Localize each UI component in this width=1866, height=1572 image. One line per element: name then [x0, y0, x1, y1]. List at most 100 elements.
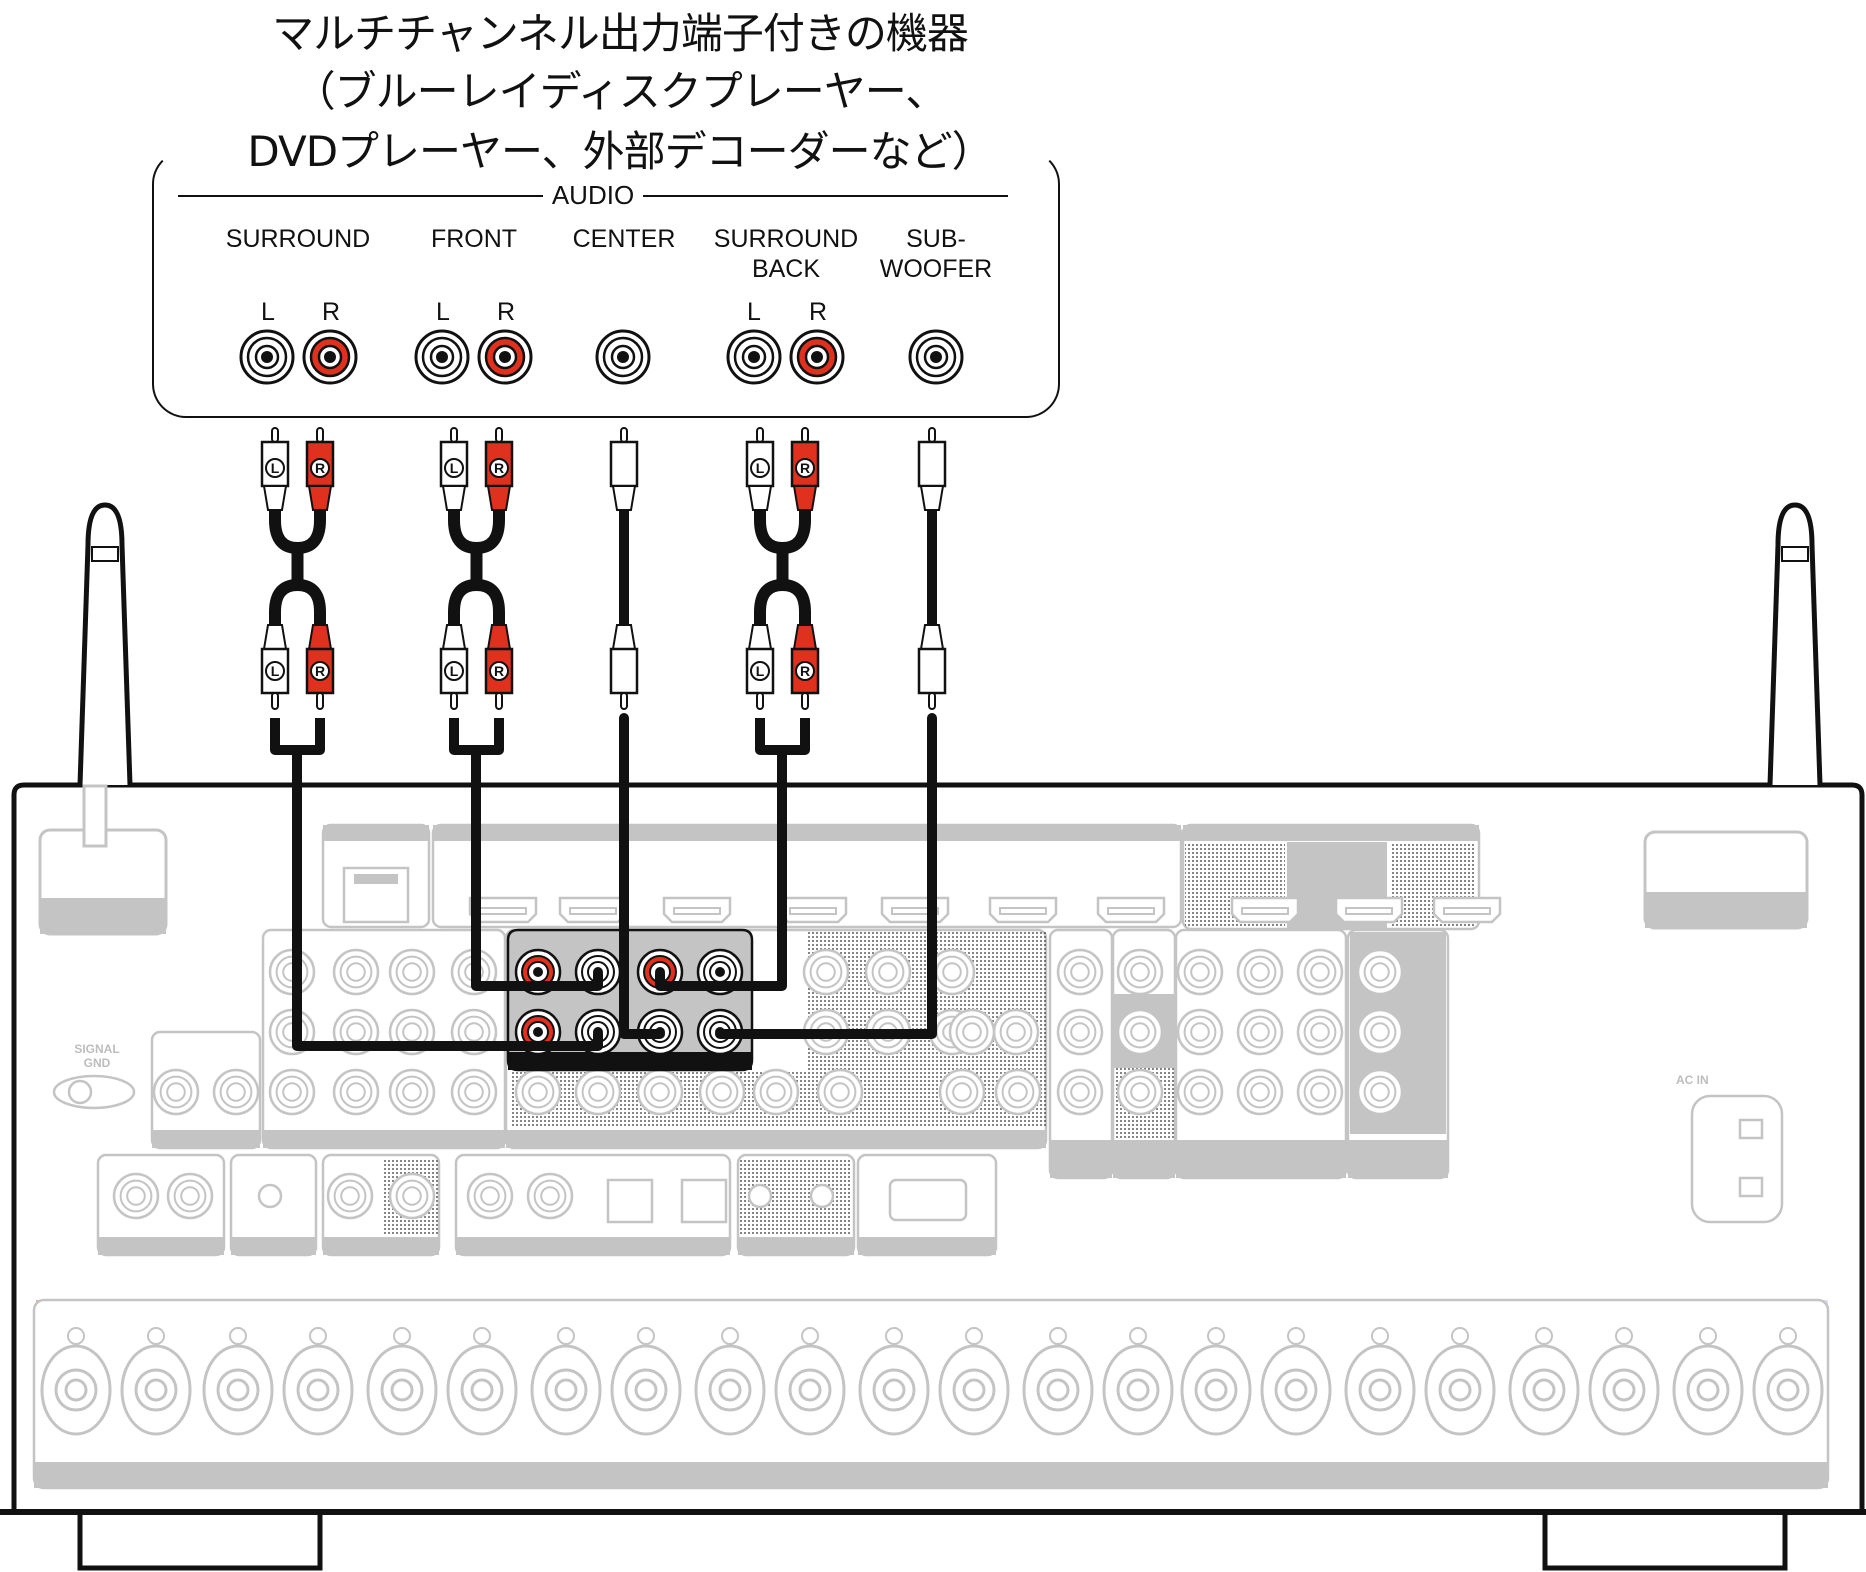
minus-icon: [1615, 1327, 1633, 1345]
plug-sleeve: [611, 624, 637, 650]
surround-back-cable-top-right-plug: R: [790, 427, 820, 511]
terminal-inner: [1532, 1378, 1556, 1402]
terminal-inner: [1612, 1378, 1636, 1402]
terminal-inner: [226, 1378, 250, 1402]
front-cable-bottom-right-plug: R: [484, 624, 514, 710]
rca-jack-icon: [212, 1068, 260, 1116]
rca-jack-icon: [1356, 1068, 1404, 1116]
plug-label-R: R: [800, 460, 810, 476]
plug-sleeve: [262, 624, 288, 650]
jack-pin: [930, 351, 942, 363]
terminal-inner: [1696, 1378, 1720, 1402]
rca-jack-icon: [1176, 1068, 1224, 1116]
rca-jack-icon: [152, 1068, 200, 1116]
terminal-inner: [554, 1378, 578, 1402]
jack-pin: [436, 351, 448, 363]
terminal-inner: [1368, 1378, 1392, 1402]
source-jack-icon: [477, 329, 533, 385]
plug-tip: [495, 692, 503, 710]
cable-split: [448, 510, 505, 555]
rca-jack-icon: [1296, 1068, 1344, 1116]
plug-sleeve: [262, 485, 288, 511]
plug-body: [609, 647, 639, 695]
plus-icon: [721, 1327, 739, 1345]
front-cable: [448, 510, 505, 625]
plus-icon: [1049, 1327, 1067, 1345]
surround-cable-bottom-left-plug: L: [260, 624, 290, 710]
jack-pin: [499, 351, 511, 363]
cable-split: [269, 510, 326, 555]
panel-footer-13: [456, 1237, 730, 1255]
plug-label-R: R: [494, 460, 504, 476]
rca-jack-icon: [388, 1068, 436, 1116]
subwoofer-cable-bottom-plug: [917, 624, 947, 710]
source-jack-icon: [595, 329, 651, 385]
minus-icon: [309, 1327, 327, 1345]
rca-jack-icon: [1116, 1008, 1164, 1056]
plug-label-R: R: [494, 663, 504, 679]
rca-jack-icon: [388, 1172, 436, 1220]
panel-footer-6: [1050, 1140, 1112, 1178]
minus-icon: [801, 1327, 819, 1345]
connection-diagram: L R L R L R L R L R L R: [0, 329, 1866, 1571]
cable-split: [269, 578, 326, 625]
rca-jack-icon: [332, 948, 380, 996]
rca-jack-icon: [698, 1068, 746, 1116]
rca-jack-icon: [332, 1068, 380, 1116]
terminal-inner: [962, 1378, 986, 1402]
jack-pin: [811, 351, 823, 363]
signal-gnd-screw: [67, 1079, 93, 1105]
surround-cable-top-right-plug: R: [305, 427, 335, 511]
panel-footer-14: [738, 1237, 854, 1255]
rca-jack-icon: [1296, 1008, 1344, 1056]
surround-back-cable-top-left-plug: L: [745, 427, 775, 511]
terminal-inner: [718, 1378, 742, 1402]
jack-pin: [533, 967, 543, 977]
rca-jack-icon: [574, 1068, 622, 1116]
panel-footer-4: [152, 1130, 260, 1148]
cable-split: [448, 578, 505, 625]
rca-jack-icon: [1176, 948, 1224, 996]
terminal-inner: [64, 1378, 88, 1402]
antenna-right-box-footer: [1645, 892, 1807, 928]
speaker-footer-bar: [34, 1462, 1828, 1488]
jack-pin: [748, 351, 760, 363]
plug-body: [917, 440, 947, 488]
panel-footer-11: [231, 1237, 316, 1255]
plug-sleeve: [792, 624, 818, 650]
jack-pin: [324, 351, 336, 363]
rca-jack-icon: [1356, 1008, 1404, 1056]
small-jack-icon: [809, 1183, 835, 1209]
rca-jack-icon: [992, 1008, 1040, 1056]
terminal-inner: [634, 1378, 658, 1402]
terminal-inner: [882, 1378, 906, 1402]
rca-jack-icon: [752, 1068, 800, 1116]
rca-jack-icon: [388, 948, 436, 996]
plug-sleeve: [441, 485, 467, 511]
minus-icon: [1451, 1327, 1469, 1345]
rca-jack-icon: [1116, 1068, 1164, 1116]
rca-jack-icon: [1236, 1068, 1284, 1116]
plug-sleeve: [307, 624, 333, 650]
antenna-left-base: [82, 784, 108, 848]
foot-left: [77, 1515, 323, 1571]
plug-sleeve: [919, 624, 945, 650]
surround-back-cable-bottom-left-plug: L: [745, 624, 775, 710]
terminal-inner: [1776, 1378, 1800, 1402]
plug-tip: [620, 427, 628, 443]
terminal-inner: [798, 1378, 822, 1402]
rca-jack-icon: [1056, 948, 1104, 996]
terminal-inner: [1284, 1378, 1308, 1402]
rca-jack-icon: [948, 1008, 996, 1056]
rca-jack-icon: [1176, 1008, 1224, 1056]
panel-footer-12: [323, 1237, 439, 1255]
panel-footer-7: [1113, 1140, 1175, 1178]
center-cable-bottom-plug: [609, 624, 639, 710]
plug-tip: [316, 427, 324, 443]
panel-footer-0: [323, 825, 429, 841]
plus-icon: [1535, 1327, 1553, 1345]
antenna-left-box-footer: [40, 898, 166, 934]
panel-footer-8: [1176, 1140, 1346, 1178]
minus-icon: [965, 1327, 983, 1345]
rca-jack-icon: [466, 1172, 514, 1220]
